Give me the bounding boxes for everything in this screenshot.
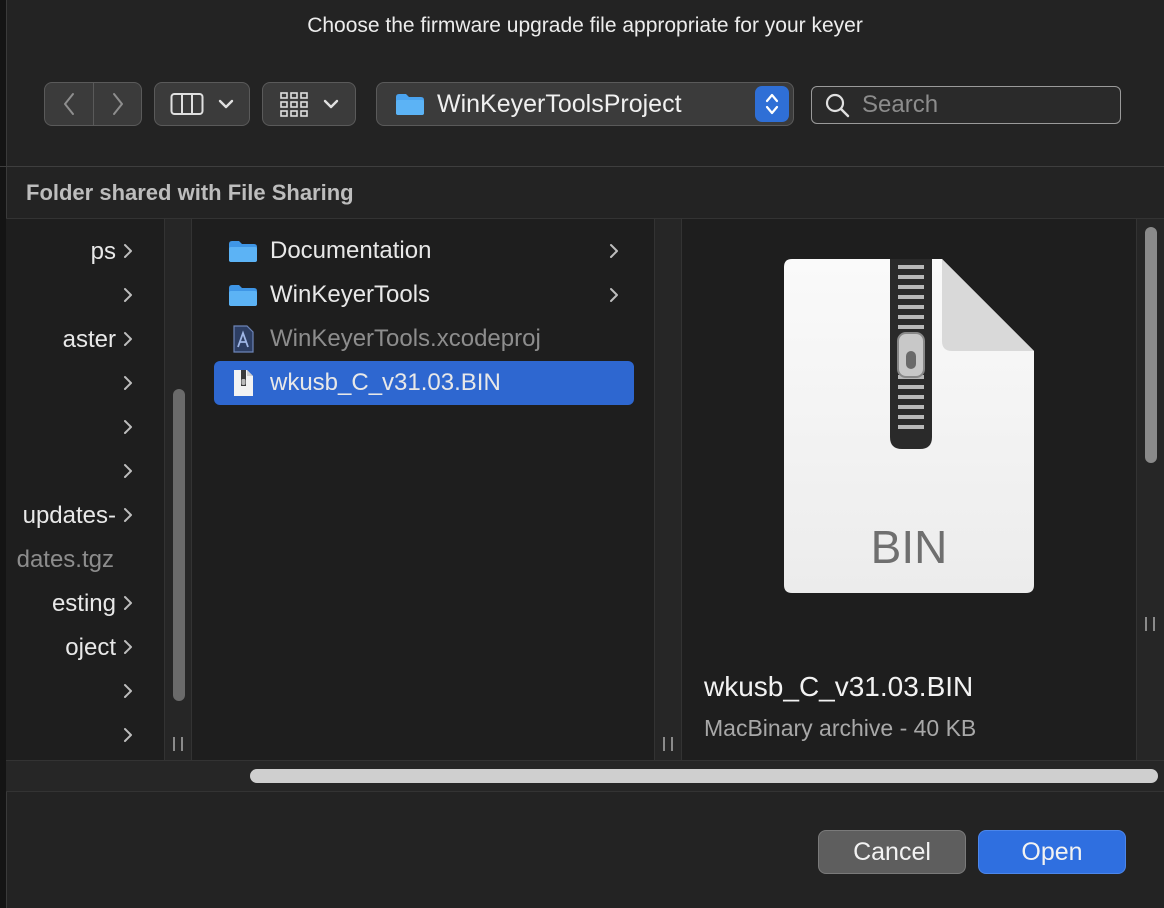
column-1-item-label: ps <box>90 238 116 265</box>
preview-pane: BIN wkusb_C_v31.03.BIN MacBinary archive… <box>684 219 1136 760</box>
column-1-item[interactable] <box>6 405 164 449</box>
column-1-item-label: dates.tgz <box>16 546 114 573</box>
preview-file-name: wkusb_C_v31.03.BIN <box>704 671 974 702</box>
column-view-icon <box>170 93 204 115</box>
chevron-right-icon <box>122 503 134 527</box>
column-1-item-label: oject <box>65 634 116 661</box>
column-resize-handle[interactable] <box>663 737 673 751</box>
chevron-down-icon <box>323 99 339 109</box>
search-icon <box>825 93 850 118</box>
preview-scrollbar[interactable] <box>1136 219 1164 760</box>
chevron-right-icon <box>122 283 134 307</box>
path-stepper[interactable] <box>755 86 789 122</box>
chevron-right-icon <box>122 415 134 439</box>
column-1-scroll-thumb[interactable] <box>173 389 185 701</box>
file-list-item[interactable]: WinKeyerTools.xcodeproj <box>214 317 634 361</box>
file-icon-label: BIN <box>871 521 948 573</box>
file-list-item-name: Documentation <box>270 237 432 264</box>
chevron-left-icon <box>64 93 74 115</box>
column-1-scrollbar[interactable] <box>164 219 192 760</box>
chevron-right-icon <box>122 371 134 395</box>
file-list-item[interactable]: WinKeyerTools <box>214 273 634 317</box>
grid-group-icon <box>280 92 308 117</box>
file-list-item[interactable]: Documentation <box>214 229 634 273</box>
archive-file-icon: BIN <box>784 259 1034 593</box>
back-button[interactable] <box>45 83 93 125</box>
preview-file-info: MacBinary archive - 40 KB <box>704 715 977 741</box>
chevron-right-icon <box>608 283 620 307</box>
chevron-right-icon <box>112 93 123 115</box>
file-list-item-name: WinKeyerTools <box>270 281 431 308</box>
column-1-item[interactable]: ps <box>6 229 164 273</box>
column-1-item-label: aster <box>62 326 116 353</box>
column-1-item[interactable] <box>6 669 164 713</box>
path-popup[interactable]: WinKeyerToolsProject <box>376 82 794 126</box>
column-1-item[interactable] <box>6 273 164 317</box>
up-down-chevron-icon <box>765 93 779 115</box>
open-button[interactable]: Open <box>978 830 1126 874</box>
search-field[interactable] <box>811 86 1121 124</box>
column-1-item[interactable] <box>6 449 164 493</box>
folder-icon <box>228 283 258 307</box>
column-1-item[interactable]: -updates <box>6 493 164 537</box>
column-1-item[interactable]: aster <box>6 317 164 361</box>
file-list-item[interactable]: wkusb_C_v31.03.BIN <box>214 361 634 405</box>
column-2: Documentation WinKeyerTools WinKeyerTools.… <box>194 219 654 760</box>
column-1-item[interactable] <box>6 713 164 757</box>
forward-button[interactable] <box>93 83 141 125</box>
file-list-item-name: wkusb_C_v31.03.BIN <box>270 369 501 396</box>
chevron-right-icon <box>122 459 134 483</box>
column-1-item-label: esting <box>51 590 116 617</box>
chevron-right-icon <box>122 635 134 659</box>
chevron-right-icon <box>122 591 134 615</box>
chevron-right-icon <box>122 679 134 703</box>
chevron-right-icon <box>122 723 134 747</box>
column-1-item[interactable]: esting <box>6 581 164 625</box>
file-list-item-name: WinKeyerTools.xcodeproj <box>270 325 541 352</box>
folder-icon <box>228 239 258 263</box>
column-browser: ps aster -updates dates.tgz esting oject Docu… <box>6 218 1164 760</box>
chevron-right-icon <box>122 327 134 351</box>
column-resize-handle[interactable] <box>173 737 183 751</box>
search-input[interactable] <box>862 91 1102 119</box>
group-button[interactable] <box>262 82 356 126</box>
column-1-item[interactable]: dates.tgz <box>6 537 164 581</box>
column-1: ps aster -updates dates.tgz esting oject <box>6 219 164 760</box>
view-mode-button[interactable] <box>154 82 250 126</box>
preview-scroll-thumb[interactable] <box>1145 227 1157 463</box>
path-label: WinKeyerToolsProject <box>437 89 682 118</box>
back-forward-group <box>44 82 142 126</box>
dialog-title: Choose the firmware upgrade file appropr… <box>307 14 863 37</box>
horizontal-scrollbar[interactable] <box>6 760 1164 792</box>
archive-file-icon <box>228 369 258 397</box>
column-1-item[interactable]: oject <box>6 625 164 669</box>
toolbar-divider <box>0 166 1164 167</box>
folder-icon <box>396 94 424 115</box>
column-resize-handle[interactable] <box>1145 617 1155 631</box>
column-1-item[interactable] <box>6 361 164 405</box>
chevron-down-icon <box>218 99 234 109</box>
column-1-item-label: -updates <box>22 502 116 529</box>
column-2-gutter[interactable] <box>654 219 682 760</box>
section-header: Folder shared with File Sharing <box>26 180 354 205</box>
horizontal-scroll-thumb[interactable] <box>250 769 1158 783</box>
xcode-project-icon <box>228 325 258 353</box>
chevron-right-icon <box>122 239 134 263</box>
cancel-button[interactable]: Cancel <box>818 830 966 874</box>
chevron-right-icon <box>608 239 620 263</box>
